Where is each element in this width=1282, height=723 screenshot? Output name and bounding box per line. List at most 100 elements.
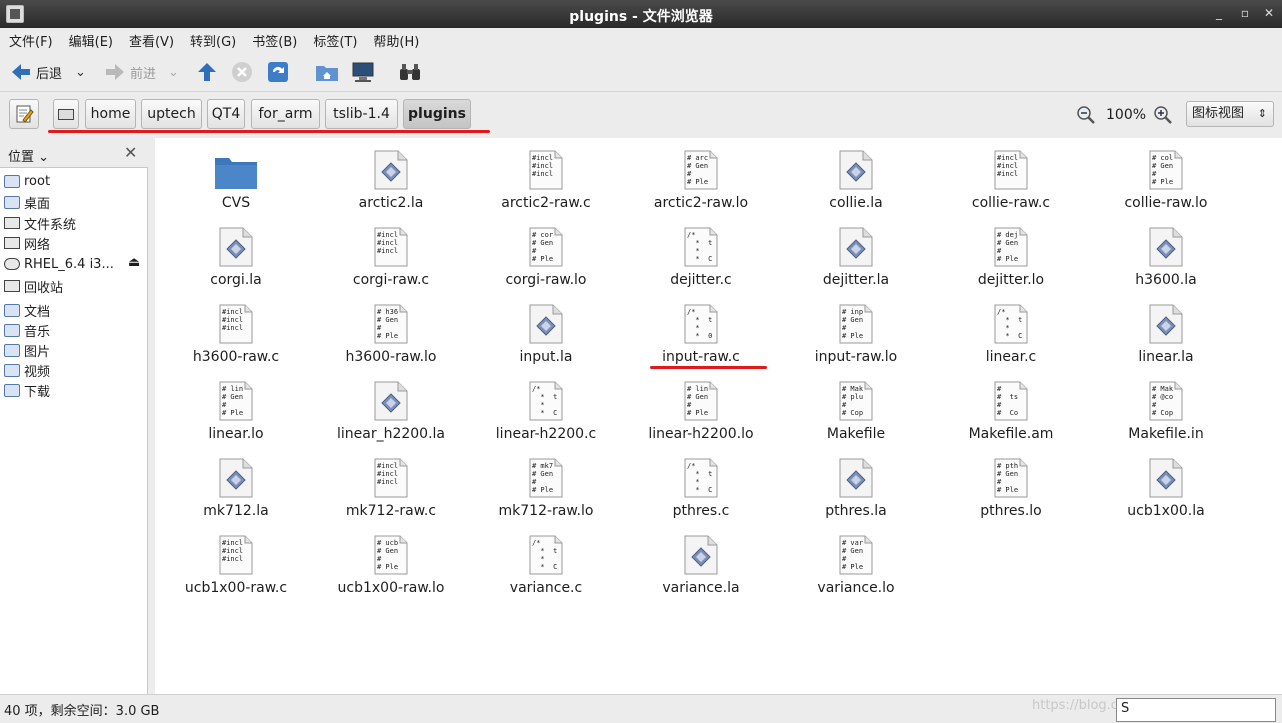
menu-tabs[interactable]: 标签(T) [304, 28, 364, 50]
home-button[interactable] [315, 60, 339, 84]
file-item[interactable]: /* * t * * C linear-h2200.c [471, 377, 621, 449]
file-item[interactable]: pthres.la [781, 454, 931, 526]
places-dropdown[interactable]: 位置 ⌄ [8, 146, 49, 165]
file-icon-view: CVS arctic2.la #incl #incl #incl arctic2-ra… [155, 138, 1282, 694]
file-item[interactable]: # lin # Gen # # Ple linear.lo [161, 377, 311, 449]
sidebar-item-music[interactable]: 音乐 [4, 320, 50, 340]
breadcrumb-for-arm[interactable]: for_arm [251, 99, 320, 129]
breadcrumb-home[interactable]: home [85, 99, 136, 129]
breadcrumb-tslib[interactable]: tslib-1.4 [325, 99, 398, 129]
file-name: h3600.la [1135, 272, 1197, 288]
file-item[interactable]: CVS [161, 146, 311, 218]
file-item[interactable]: # col # Gen # # Ple collie-raw.lo [1091, 146, 1241, 218]
zoom-out-button[interactable] [1076, 103, 1096, 127]
back-button[interactable]: 后退 [10, 60, 62, 84]
forward-arrow-icon [106, 64, 124, 80]
file-item[interactable]: # # ts # # Co Makefile.am [936, 377, 1086, 449]
file-item[interactable]: # Mak # plu # # Cop Makefile [781, 377, 931, 449]
file-item[interactable]: # Mak # @co # # Cop Makefile.in [1091, 377, 1241, 449]
file-item[interactable]: /* * t * * C variance.c [471, 531, 621, 603]
sidebar-item-documents[interactable]: 文档 [4, 300, 50, 320]
breadcrumb-plugins[interactable]: plugins [403, 99, 471, 129]
menu-go[interactable]: 转到(G) [181, 28, 243, 50]
file-item[interactable]: linear.la [1091, 300, 1241, 372]
sidebar-item-root[interactable]: root [4, 171, 50, 191]
file-item[interactable]: #incl #incl #incl corgi-raw.c [316, 223, 466, 295]
file-item[interactable]: # cor # Gen # # Ple corgi-raw.lo [471, 223, 621, 295]
computer-button[interactable] [351, 60, 375, 84]
sidebar-item-downloads[interactable]: 下载 [4, 380, 50, 400]
file-item[interactable]: #incl #incl #incl h3600-raw.c [161, 300, 311, 372]
reload-button[interactable] [267, 60, 289, 84]
sidebar-item-network[interactable]: 网络 [4, 233, 50, 253]
back-history-dropdown[interactable]: ⌄ [75, 60, 86, 84]
file-item[interactable]: #incl #incl #incl arctic2-raw.c [471, 146, 621, 218]
file-item[interactable]: arctic2.la [316, 146, 466, 218]
menu-help[interactable]: 帮助(H) [364, 28, 426, 50]
sidebar-item-trash[interactable]: 回收站 [4, 276, 63, 296]
breadcrumb-root[interactable] [53, 99, 79, 129]
file-item[interactable]: # arc # Gen # # Ple arctic2-raw.lo [626, 146, 776, 218]
menu-edit[interactable]: 编辑(E) [60, 28, 120, 50]
minimize-icon[interactable]: _ [1212, 6, 1226, 20]
forward-history-dropdown[interactable]: ⌄ [168, 60, 179, 84]
close-icon[interactable]: ✕ [1262, 6, 1276, 20]
file-name: arctic2-raw.c [501, 195, 591, 211]
file-item[interactable]: collie.la [781, 146, 931, 218]
file-item[interactable]: dejitter.la [781, 223, 931, 295]
file-name: ucb1x00.la [1127, 503, 1205, 519]
menu-file[interactable]: 文件(F) [0, 28, 60, 50]
file-name: mk712-raw.c [345, 503, 437, 519]
menu-bookmarks[interactable]: 书签(B) [243, 28, 304, 50]
file-item[interactable]: #incl #incl #incl ucb1x00-raw.c [161, 531, 311, 603]
file-item[interactable]: #incl #incl #incl mk712-raw.c [316, 454, 466, 526]
home-folder-icon [316, 66, 338, 81]
library-file-icon [219, 227, 253, 267]
maximize-icon[interactable]: ▫ [1238, 6, 1252, 20]
file-name: corgi.la [210, 272, 262, 288]
eject-icon[interactable]: ⏏ [128, 255, 140, 270]
stop-button[interactable] [231, 60, 253, 84]
file-item[interactable]: /* * t * * C dejitter.c [626, 223, 776, 295]
toggle-location-entry-button[interactable] [9, 99, 39, 129]
sidebar-item-rhel-disc[interactable]: RHEL_6.4 i3... ⏏ [4, 254, 140, 274]
file-item[interactable]: /* * t * * C linear.c [936, 300, 1086, 372]
file-item[interactable]: # inp # Gen # # Ple input-raw.lo [781, 300, 931, 372]
menu-view[interactable]: 查看(V) [120, 28, 181, 50]
zoom-in-button[interactable] [1153, 103, 1173, 127]
search-input[interactable]: S [1116, 698, 1276, 722]
sidebar-item-pictures[interactable]: 图片 [4, 340, 50, 360]
sidebar-item-filesystem[interactable]: 文件系统 [4, 213, 76, 233]
file-item[interactable]: # mk7 # Gen # # Ple mk712-raw.lo [471, 454, 621, 526]
sidebar-item-desktop[interactable]: 桌面 [4, 192, 50, 212]
computer-icon [352, 62, 374, 82]
file-item[interactable]: # lin # Gen # # Ple linear-h2200.lo [626, 377, 776, 449]
close-sidebar-icon[interactable]: ✕ [124, 143, 137, 162]
file-item[interactable]: # ucb # Gen # # Ple ucb1x00-raw.lo [316, 531, 466, 603]
file-item[interactable]: /* * t * * 0 input-raw.c [626, 300, 776, 372]
file-item[interactable]: /* * t * * C pthres.c [626, 454, 776, 526]
file-name: collie-raw.c [971, 195, 1051, 211]
file-item[interactable]: # h36 # Gen # # Ple h3600-raw.lo [316, 300, 466, 372]
file-item[interactable]: linear_h2200.la [316, 377, 466, 449]
breadcrumb-uptech[interactable]: uptech [141, 99, 202, 129]
file-item[interactable]: input.la [471, 300, 621, 372]
pane-splitter[interactable] [148, 138, 155, 694]
file-name: ucb1x00-raw.c [184, 580, 288, 596]
file-item[interactable]: # pth # Gen # # Ple pthres.lo [936, 454, 1086, 526]
file-item[interactable]: ucb1x00.la [1091, 454, 1241, 526]
file-item[interactable]: #incl #incl #incl collie-raw.c [936, 146, 1086, 218]
file-item[interactable]: mk712.la [161, 454, 311, 526]
up-button[interactable] [196, 60, 218, 84]
file-preview-text: # lin # Gen # # Ple [687, 385, 709, 417]
file-item[interactable]: h3600.la [1091, 223, 1241, 295]
breadcrumb-qt4[interactable]: QT4 [207, 99, 245, 129]
view-mode-select[interactable]: 图标视图 ⇕ [1186, 101, 1274, 127]
file-item[interactable]: # dej # Gen # # Ple dejitter.lo [936, 223, 1086, 295]
forward-button[interactable]: 前进 [104, 60, 156, 84]
search-button[interactable] [398, 60, 422, 84]
file-item[interactable]: # var # Gen # # Ple variance.lo [781, 531, 931, 603]
file-item[interactable]: corgi.la [161, 223, 311, 295]
file-item[interactable]: variance.la [626, 531, 776, 603]
sidebar-item-videos[interactable]: 视频 [4, 360, 50, 380]
